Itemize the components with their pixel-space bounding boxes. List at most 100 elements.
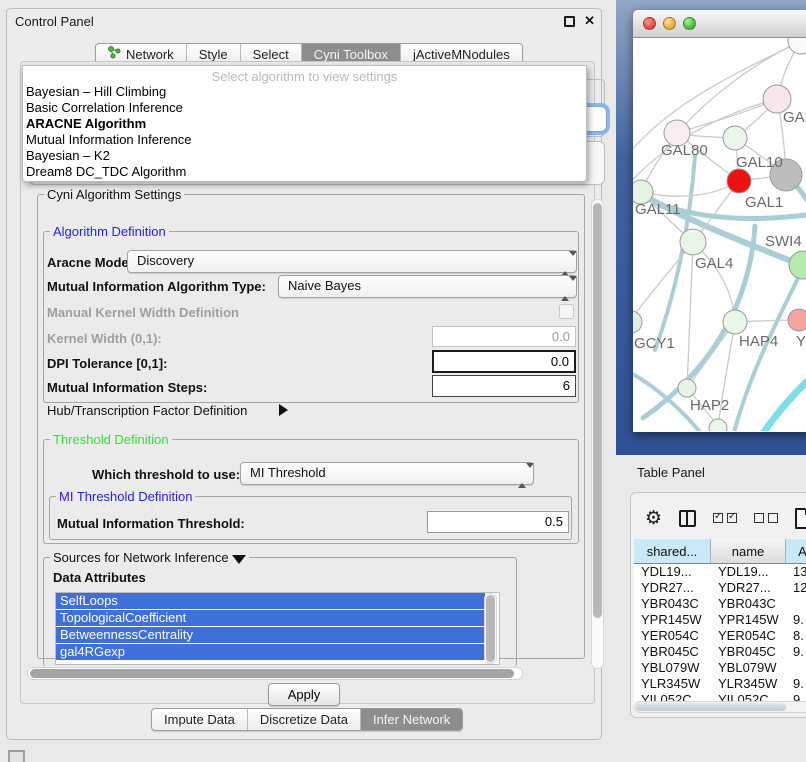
algorithm-option[interactable]: Mutual Information Inference xyxy=(23,132,586,148)
mi-algorithm-type-select[interactable]: Naive Bayes xyxy=(278,275,577,298)
network-node[interactable] xyxy=(788,38,806,54)
tab-impute-data[interactable]: Impute Data xyxy=(152,709,248,730)
network-view-window[interactable]: GALGAL80GAL10GAL1GAL11SWI4GAL4GCY1HAP4YH… xyxy=(633,10,806,432)
network-edge[interactable] xyxy=(633,242,693,322)
network-node[interactable] xyxy=(678,379,696,397)
gear-icon[interactable]: ⚙ xyxy=(645,509,662,528)
network-node[interactable] xyxy=(727,169,751,193)
aracne-mode-select[interactable]: Discovery xyxy=(127,250,577,273)
table-cell[interactable]: YDR27... xyxy=(711,580,786,596)
node-label: GAL11 xyxy=(635,201,681,218)
collapsed-panel-icon[interactable] xyxy=(8,750,25,762)
table-cell[interactable]: YLR345W xyxy=(711,676,786,692)
group-title: MI Threshold Definition xyxy=(56,489,195,504)
table-cell[interactable]: YBR043C xyxy=(711,596,786,612)
attribute-list-item[interactable]: SelfLoops xyxy=(56,593,485,609)
network-canvas[interactable]: GALGAL80GAL10GAL1GAL11SWI4GAL4GCY1HAP4YH… xyxy=(633,38,806,431)
settings-vertical-scrollbar[interactable] xyxy=(591,199,604,669)
table-column-header[interactable]: A xyxy=(786,539,806,564)
dpi-tolerance-field[interactable]: 0.0 xyxy=(432,350,576,373)
mi-threshold-field[interactable]: 0.5 xyxy=(427,511,569,533)
apply-button[interactable]: Apply xyxy=(268,683,340,706)
algorithm-option[interactable]: Bayesian – Hill Climbing xyxy=(23,84,586,100)
deselect-all-columns-icon[interactable] xyxy=(754,513,778,523)
attribute-list-item[interactable]: gal4RGexp xyxy=(56,644,485,660)
network-node[interactable] xyxy=(633,311,642,333)
network-node[interactable] xyxy=(709,419,727,431)
node-label: GAL10 xyxy=(736,154,783,171)
data-attributes-list[interactable]: SelfLoopsTopologicalCoefficientBetweenne… xyxy=(55,592,500,665)
combo-arrows-icon xyxy=(561,254,569,274)
mi-steps-field[interactable]: 6 xyxy=(432,375,576,397)
network-node[interactable] xyxy=(723,310,747,334)
table-cell[interactable]: YBL079W xyxy=(711,660,786,676)
table-cell[interactable] xyxy=(786,660,806,676)
table-cell[interactable]: YDL19... xyxy=(634,564,711,580)
network-edge[interactable] xyxy=(687,242,693,388)
table-cell[interactable]: YBR043C xyxy=(634,596,711,612)
table-cell[interactable]: 9. xyxy=(786,644,806,660)
table-cell[interactable]: YBR045C xyxy=(711,644,786,660)
attribute-list-item[interactable]: BetweennessCentrality xyxy=(56,627,485,643)
aracne-mode-label: Aracne Mode: xyxy=(47,255,133,270)
table-cell[interactable]: 8. xyxy=(786,628,806,644)
table-cell[interactable]: YPR145W xyxy=(634,612,711,628)
collapse-arrow-icon[interactable] xyxy=(232,555,246,564)
settings-horizontal-scrollbar[interactable] xyxy=(27,667,523,680)
table-cell[interactable]: 12 xyxy=(786,580,806,596)
node-label: HAP4 xyxy=(739,333,778,350)
table-cell[interactable]: YER054C xyxy=(634,628,711,644)
table-cell[interactable]: YER054C xyxy=(711,628,786,644)
table-cell[interactable]: YDL19... xyxy=(711,564,786,580)
table-cell[interactable] xyxy=(786,596,806,612)
attributes-list-scrollbar[interactable] xyxy=(484,593,497,664)
which-threshold-select[interactable]: MI Threshold xyxy=(240,462,534,485)
data-attributes-label: Data Attributes xyxy=(53,570,146,585)
table-cell[interactable]: YPR145W xyxy=(711,612,786,628)
table-cell[interactable]: 9. xyxy=(786,676,806,692)
network-edge[interactable] xyxy=(761,376,806,431)
network-node[interactable] xyxy=(789,251,806,279)
table-cell[interactable]: YDR27... xyxy=(634,580,711,596)
node-label: GAL4 xyxy=(695,255,733,272)
new-table-icon[interactable] xyxy=(795,508,806,529)
algorithm-option[interactable]: ARACNE Algorithm xyxy=(23,116,586,132)
table-panel-title: Table Panel xyxy=(637,465,705,480)
network-graph[interactable]: GALGAL80GAL10GAL1GAL11SWI4GAL4GCY1HAP4YH… xyxy=(633,38,806,431)
close-traffic-light[interactable] xyxy=(643,17,656,30)
algorithm-option[interactable]: Basic Correlation Inference xyxy=(23,100,586,116)
network-node[interactable] xyxy=(680,229,706,255)
table-cell[interactable]: YLR345W xyxy=(634,676,711,692)
tab-label: Infer Network xyxy=(373,709,450,730)
table-horizontal-scrollbar[interactable] xyxy=(634,701,806,713)
expand-arrow-icon[interactable] xyxy=(279,402,288,417)
minimize-traffic-light[interactable] xyxy=(663,17,676,30)
node-label: SWI4 xyxy=(765,233,802,250)
network-node[interactable] xyxy=(788,309,806,331)
table-column-header[interactable]: name xyxy=(711,539,786,564)
zoom-traffic-light[interactable] xyxy=(683,17,696,30)
table-panel-section: Table Panel ⚙ shared...nameA YDL19...YDL… xyxy=(612,455,806,762)
table-cell[interactable]: 13 xyxy=(786,564,806,580)
tab-infer-network[interactable]: Infer Network xyxy=(361,709,462,730)
close-icon[interactable]: ✕ xyxy=(584,13,595,29)
group-title: Sources for Network Inference xyxy=(50,550,249,565)
float-window-icon[interactable] xyxy=(564,16,575,27)
algorithm-option[interactable]: Bayesian – K2 xyxy=(23,148,586,164)
control-panel: Control Panel ✕ Network Style Select Cyn… xyxy=(6,8,602,740)
column-view-icon[interactable] xyxy=(679,510,696,527)
kernel-width-field[interactable]: 0.0 xyxy=(432,326,576,347)
network-node[interactable] xyxy=(723,126,747,150)
table-cell[interactable]: YBR045C xyxy=(634,644,711,660)
network-edge[interactable] xyxy=(693,242,735,322)
tab-discretize-data[interactable]: Discretize Data xyxy=(248,709,361,730)
which-threshold-label: Which threshold to use: xyxy=(92,467,240,482)
algorithm-option[interactable]: Dream8 DC_TDC Algorithm xyxy=(23,164,586,180)
table-cell[interactable]: YBL079W xyxy=(634,660,711,676)
select-all-columns-icon[interactable] xyxy=(713,513,737,523)
attribute-list-item[interactable]: TopologicalCoefficient xyxy=(56,610,485,626)
table-column-header[interactable]: shared... xyxy=(634,539,711,564)
network-window-titlebar[interactable] xyxy=(633,10,806,38)
table-cell[interactable]: 9. xyxy=(786,612,806,628)
manual-kernel-width-checkbox[interactable] xyxy=(559,304,574,319)
